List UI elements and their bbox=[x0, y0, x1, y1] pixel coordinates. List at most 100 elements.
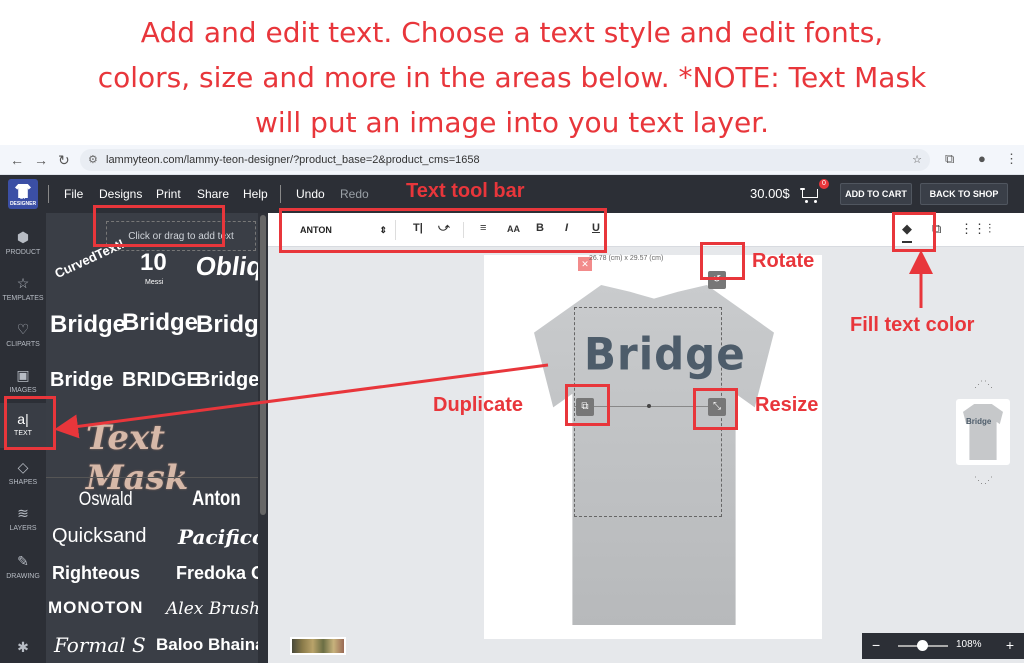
site-info-icon[interactable]: ⚙ bbox=[88, 149, 98, 171]
highlight-resize bbox=[693, 388, 738, 430]
annotation-text-tool-bar: Text tool bar bbox=[406, 180, 525, 202]
page-root: Add and edit text. Choose a text style a… bbox=[0, 0, 1024, 663]
extensions-icon[interactable]: ⧉ bbox=[945, 151, 954, 167]
font-formal-script[interactable]: Formal S bbox=[54, 633, 146, 657]
panel-scrollbar[interactable] bbox=[258, 213, 268, 663]
diamond-icon: ◇ bbox=[17, 459, 29, 475]
menu-help[interactable]: Help bbox=[243, 187, 268, 201]
zoom-control: − 108% + bbox=[862, 633, 1024, 659]
font-quicksand[interactable]: Quicksand bbox=[52, 525, 147, 548]
style-number-sub: Messi bbox=[145, 279, 164, 286]
menu-share[interactable]: Share bbox=[197, 187, 229, 201]
style-text-mask[interactable]: Text Mask bbox=[86, 418, 268, 498]
star-icon: ☆ bbox=[16, 275, 30, 291]
adjust-sliders-icon[interactable]: ⫶ bbox=[988, 221, 991, 237]
preview-down-dots-icon[interactable]: ⋱⋰ bbox=[974, 475, 994, 486]
color-swatch-strip[interactable] bbox=[290, 637, 346, 655]
sidebar-item-label: TEMPLATES bbox=[2, 295, 44, 302]
style-bridge-1[interactable]: Bridge bbox=[50, 311, 126, 339]
style-bridge-5[interactable]: Bridge bbox=[196, 369, 259, 392]
font-anton[interactable]: Anton bbox=[192, 487, 241, 511]
text-panel: Click or drag to add text CurvedText! 10… bbox=[46, 213, 268, 663]
canvas-text-layer[interactable]: Bridge bbox=[584, 329, 746, 380]
annotation-fill-text-color: Fill text color bbox=[850, 314, 975, 336]
sidebar-item-layers[interactable]: ≋ LAYERS bbox=[0, 497, 46, 542]
font-baloo-bhaina[interactable]: Baloo Bhaina bbox=[156, 635, 265, 655]
zoom-in-button[interactable]: + bbox=[1006, 637, 1014, 653]
font-monoton[interactable]: MONOTON bbox=[48, 598, 143, 618]
sidebar-item-label: IMAGES bbox=[9, 387, 37, 394]
reload-icon[interactable]: ↻ bbox=[58, 152, 70, 169]
zoom-out-button[interactable]: − bbox=[872, 637, 880, 653]
sidebar-item-product[interactable]: ⬢ PRODUCT bbox=[0, 221, 46, 266]
heart-icon: ♡ bbox=[16, 321, 30, 337]
style-bridge-4[interactable]: Bridge bbox=[50, 369, 113, 392]
instruction-heading: Add and edit text. Choose a text style a… bbox=[0, 10, 1024, 145]
layers-icon: ≋ bbox=[17, 505, 29, 521]
logo-label: LT DESIGNER bbox=[9, 195, 37, 207]
profile-avatar-icon[interactable]: ● bbox=[978, 151, 986, 166]
menu-print[interactable]: Print bbox=[156, 187, 181, 201]
style-number[interactable]: 10 bbox=[140, 249, 167, 277]
browser-toolbar: ← → ↻ ⚙ lammyteon.com/lammy-teon-designe… bbox=[0, 145, 1024, 175]
header-divider bbox=[48, 185, 49, 203]
font-oswald[interactable]: Oswald bbox=[79, 489, 133, 511]
font-alex-brush[interactable]: Alex Brush bbox=[166, 599, 260, 619]
app-logo[interactable]: LT DESIGNER bbox=[8, 179, 38, 209]
style-bridge-caps[interactable]: BRIDGE bbox=[122, 369, 200, 392]
sidebar-item-templates[interactable]: ☆ TEMPLATES bbox=[0, 267, 46, 312]
highlight-rotate bbox=[700, 242, 745, 280]
back-arrow-icon[interactable]: ← bbox=[10, 152, 24, 168]
sidebar-item-cliparts[interactable]: ♡ CLIPARTS bbox=[0, 313, 46, 358]
font-pacifico[interactable]: Pacifico bbox=[178, 525, 265, 549]
annotation-rotate: Rotate bbox=[752, 250, 815, 272]
add-to-cart-button[interactable]: ADD TO CART bbox=[840, 183, 912, 205]
instruction-line-3: will put an image into you text layer. bbox=[254, 106, 770, 139]
undo-button[interactable]: Undo bbox=[296, 187, 325, 201]
bug-icon[interactable]: ✱ bbox=[0, 631, 46, 663]
highlight-add-text bbox=[93, 205, 225, 247]
style-bridge-2[interactable]: Bridge bbox=[122, 309, 198, 337]
box-icon: ⬢ bbox=[16, 229, 30, 245]
sidebar-item-label: LAYERS bbox=[9, 525, 37, 532]
font-fredoka-one[interactable]: Fredoka One bbox=[176, 563, 268, 584]
sidebar-item-label: SHAPES bbox=[8, 479, 38, 486]
highlight-duplicate bbox=[565, 384, 610, 426]
instruction-line-2: colors, size and more in the areas below… bbox=[97, 61, 927, 94]
bookmark-star-icon[interactable]: ☆ bbox=[912, 149, 922, 171]
zoom-level: 108% bbox=[956, 639, 982, 650]
forward-arrow-icon[interactable]: → bbox=[34, 152, 48, 168]
zoom-slider-knob[interactable] bbox=[917, 640, 928, 651]
sidebar-item-label: PRODUCT bbox=[5, 249, 41, 256]
font-righteous[interactable]: Righteous bbox=[52, 563, 140, 584]
address-bar[interactable]: ⚙ lammyteon.com/lammy-teon-designer/?pro… bbox=[80, 149, 930, 171]
scrollbar-thumb[interactable] bbox=[260, 215, 266, 515]
address-url: lammyteon.com/lammy-teon-designer/?produ… bbox=[106, 154, 480, 166]
header-divider bbox=[280, 185, 281, 203]
instruction-line-1: Add and edit text. Choose a text style a… bbox=[140, 16, 884, 49]
menu-designs[interactable]: Designs bbox=[99, 187, 142, 201]
browser-menu-icon[interactable]: ⋮ bbox=[1005, 151, 1018, 167]
highlight-fill-color bbox=[892, 212, 936, 252]
sidebar-item-shapes[interactable]: ◇ SHAPES bbox=[0, 451, 46, 496]
design-canvas-area: ANTON ⇕ T| ⤻ ≡ AA B I U ◆ ⧉ ⋮⋮ ⫶ ✕ 26.78… bbox=[268, 213, 1024, 663]
sidebar-item-drawing[interactable]: ✎ DRAWING bbox=[0, 545, 46, 590]
redo-button[interactable]: Redo bbox=[340, 187, 369, 201]
preview-text: Bridge bbox=[966, 417, 992, 426]
grid-icon[interactable]: ⋮⋮ bbox=[960, 221, 986, 237]
cart-count-badge: 0 bbox=[819, 179, 829, 189]
product-board: ✕ 26.78 (cm) x 29.57 (cm) Bridge ↺ ⧉ ⤡ bbox=[484, 255, 822, 639]
tshirt-thumbnail bbox=[963, 404, 1003, 460]
sidebar-item-label: DRAWING bbox=[6, 573, 40, 580]
style-oblique[interactable]: Obliqu bbox=[194, 251, 268, 282]
preview-up-dots-icon[interactable]: ⋰⋱ bbox=[974, 379, 994, 390]
menu-file[interactable]: File bbox=[64, 187, 83, 201]
annotation-resize: Resize bbox=[755, 394, 819, 416]
back-to-shop-button[interactable]: BACK TO SHOP bbox=[920, 183, 1008, 205]
product-preview-thumbnail[interactable]: Bridge bbox=[956, 399, 1010, 465]
panel-divider bbox=[46, 477, 258, 478]
selection-center-point[interactable] bbox=[647, 404, 651, 408]
highlight-toolbar bbox=[279, 208, 607, 253]
highlight-text-tab bbox=[4, 396, 56, 450]
price-label: 30.00$ bbox=[750, 186, 790, 201]
